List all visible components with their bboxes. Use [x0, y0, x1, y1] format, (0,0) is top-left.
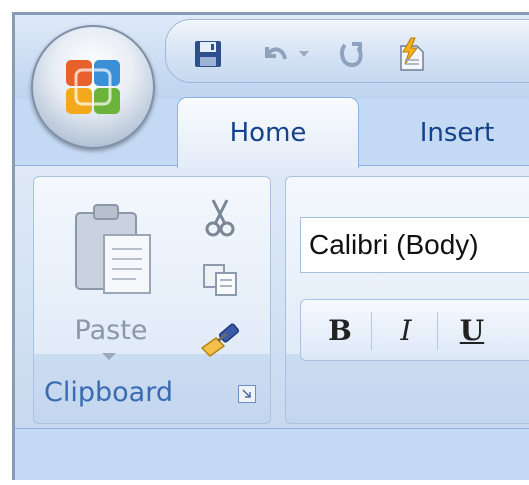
- tab-home-label: Home: [229, 118, 307, 148]
- clipboard-group-label: Clipboard: [34, 367, 270, 417]
- undo-button[interactable]: [254, 37, 294, 71]
- paste-label: Paste: [74, 315, 148, 346]
- paste-button[interactable]: Paste: [56, 191, 166, 363]
- ribbon: Paste Clipboard Calibri (Body) B I U: [15, 165, 529, 429]
- copy-button[interactable]: [194, 257, 246, 303]
- clipboard-dialog-launcher[interactable]: [238, 385, 256, 403]
- word-window: Home Insert Paste Clipboard Calibri (Bod…: [12, 12, 529, 480]
- quick-access-format-button[interactable]: [388, 37, 434, 71]
- italic-button[interactable]: I: [381, 308, 431, 352]
- office-logo-icon: [66, 60, 120, 114]
- document-lightning-icon: [400, 37, 424, 71]
- undo-dropdown-button[interactable]: [296, 37, 312, 71]
- undo-icon: [265, 47, 287, 60]
- cut-icon: [205, 199, 235, 237]
- font-name-combo[interactable]: Calibri (Body): [300, 217, 529, 273]
- tab-insert[interactable]: Insert: [387, 101, 527, 165]
- copy-icon: [203, 264, 237, 296]
- separator: [437, 312, 438, 350]
- clipboard-label-text: Clipboard: [44, 376, 173, 408]
- save-icon: [195, 41, 221, 67]
- redo-icon: [339, 42, 363, 68]
- separator: [371, 312, 372, 350]
- chevron-down-icon: [299, 51, 309, 57]
- underline-label: U: [459, 313, 485, 347]
- dialog-launcher-icon: [242, 389, 251, 398]
- office-button[interactable]: [31, 25, 155, 149]
- clipboard-group: Paste Clipboard: [33, 176, 271, 424]
- underline-button[interactable]: U: [447, 308, 497, 352]
- font-name-value: Calibri (Body): [309, 229, 479, 260]
- format-painter-button[interactable]: [194, 317, 246, 363]
- bold-button[interactable]: B: [315, 308, 365, 352]
- format-toolbar: B I U: [300, 299, 529, 361]
- tab-home[interactable]: Home: [177, 97, 359, 168]
- quick-access-toolbar: [165, 19, 529, 83]
- italic-label: I: [400, 313, 412, 347]
- save-button[interactable]: [186, 37, 230, 71]
- redo-button[interactable]: [331, 37, 371, 71]
- paste-dropdown-icon: [102, 353, 116, 360]
- cut-button[interactable]: [194, 195, 246, 241]
- bold-label: B: [328, 313, 352, 347]
- clipboard-paste-icon: [75, 204, 151, 294]
- format-painter-icon: [200, 323, 240, 357]
- font-group: Calibri (Body) B I U: [285, 176, 529, 424]
- tab-insert-label: Insert: [419, 118, 495, 148]
